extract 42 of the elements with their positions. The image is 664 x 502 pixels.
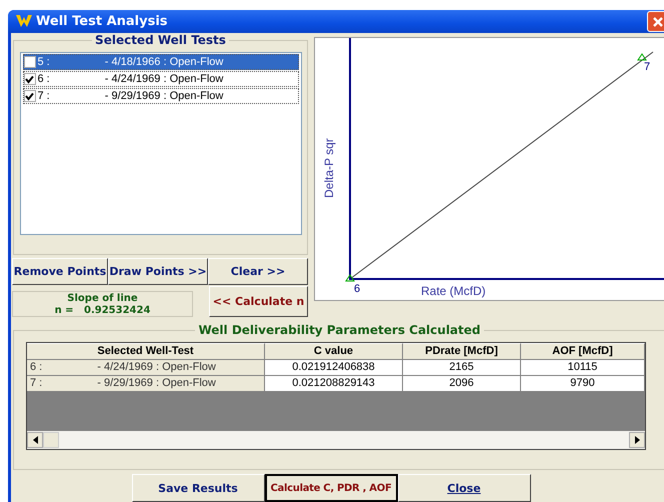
table-cell: 7 : - 9/29/1969 : Open-Flow xyxy=(27,376,265,392)
close-icon[interactable] xyxy=(647,11,664,32)
point-marker xyxy=(637,53,647,60)
slope-label: Slope of line xyxy=(67,293,138,305)
column-header[interactable]: Selected Well-Test xyxy=(27,343,265,360)
column-header[interactable]: PDrate [McfD] xyxy=(403,343,521,360)
table-cell: 6 : - 4/24/1969 : Open-Flow xyxy=(27,360,265,376)
action-button[interactable]: Close xyxy=(398,474,530,502)
checkbox[interactable] xyxy=(24,90,36,102)
well-test-item[interactable]: 7 : - 9/29/1969 : Open-Flow xyxy=(22,88,298,104)
action-button[interactable]: Calculate C, PDR , AOF xyxy=(264,474,398,502)
checkbox[interactable] xyxy=(24,73,36,85)
table-cell: 0.021208829143 xyxy=(265,376,403,392)
horizontal-scrollbar[interactable] xyxy=(27,431,645,449)
slope-value: n = 0.92532424 xyxy=(54,305,150,317)
y-axis-label: Delta-P sqr xyxy=(322,138,336,198)
x-axis-label: Rate (McfD) xyxy=(421,284,486,298)
group-title: Well Deliverability Parameters Calculated xyxy=(195,323,484,337)
scroll-thumb[interactable] xyxy=(43,432,59,448)
points-button[interactable]: Clear >> xyxy=(208,258,308,285)
scroll-right-icon[interactable] xyxy=(634,436,640,444)
action-button[interactable]: Save Results xyxy=(132,474,264,502)
column-header[interactable]: AOF [McfD] xyxy=(521,343,645,360)
calculate-n-button[interactable]: << Calculate n xyxy=(209,286,308,317)
table-cell: 10115 xyxy=(521,360,645,376)
group-title: Selected Well Tests xyxy=(92,33,229,47)
table-cell: 2096 xyxy=(403,376,521,392)
well-test-item[interactable]: 6 : - 4/24/1969 : Open-Flow xyxy=(22,71,298,87)
checkbox[interactable] xyxy=(24,56,36,68)
column-header[interactable]: C value xyxy=(265,343,403,360)
points-button[interactable]: Draw Points >> xyxy=(108,258,208,285)
well-test-item[interactable]: 5 : - 4/18/1966 : Open-Flow xyxy=(22,54,298,70)
point-label: 7 xyxy=(644,61,650,73)
table-cell: 0.021912406838 xyxy=(265,360,403,376)
table-cell: 2165 xyxy=(403,360,521,376)
points-button[interactable]: Remove Points xyxy=(12,258,108,285)
scroll-left-icon[interactable] xyxy=(32,436,38,444)
logo-icon xyxy=(16,14,32,28)
point-label: 6 xyxy=(354,283,360,295)
window-title: Well Test Analysis xyxy=(36,14,169,29)
table-cell: 9790 xyxy=(521,376,645,392)
point-marker xyxy=(345,274,355,282)
